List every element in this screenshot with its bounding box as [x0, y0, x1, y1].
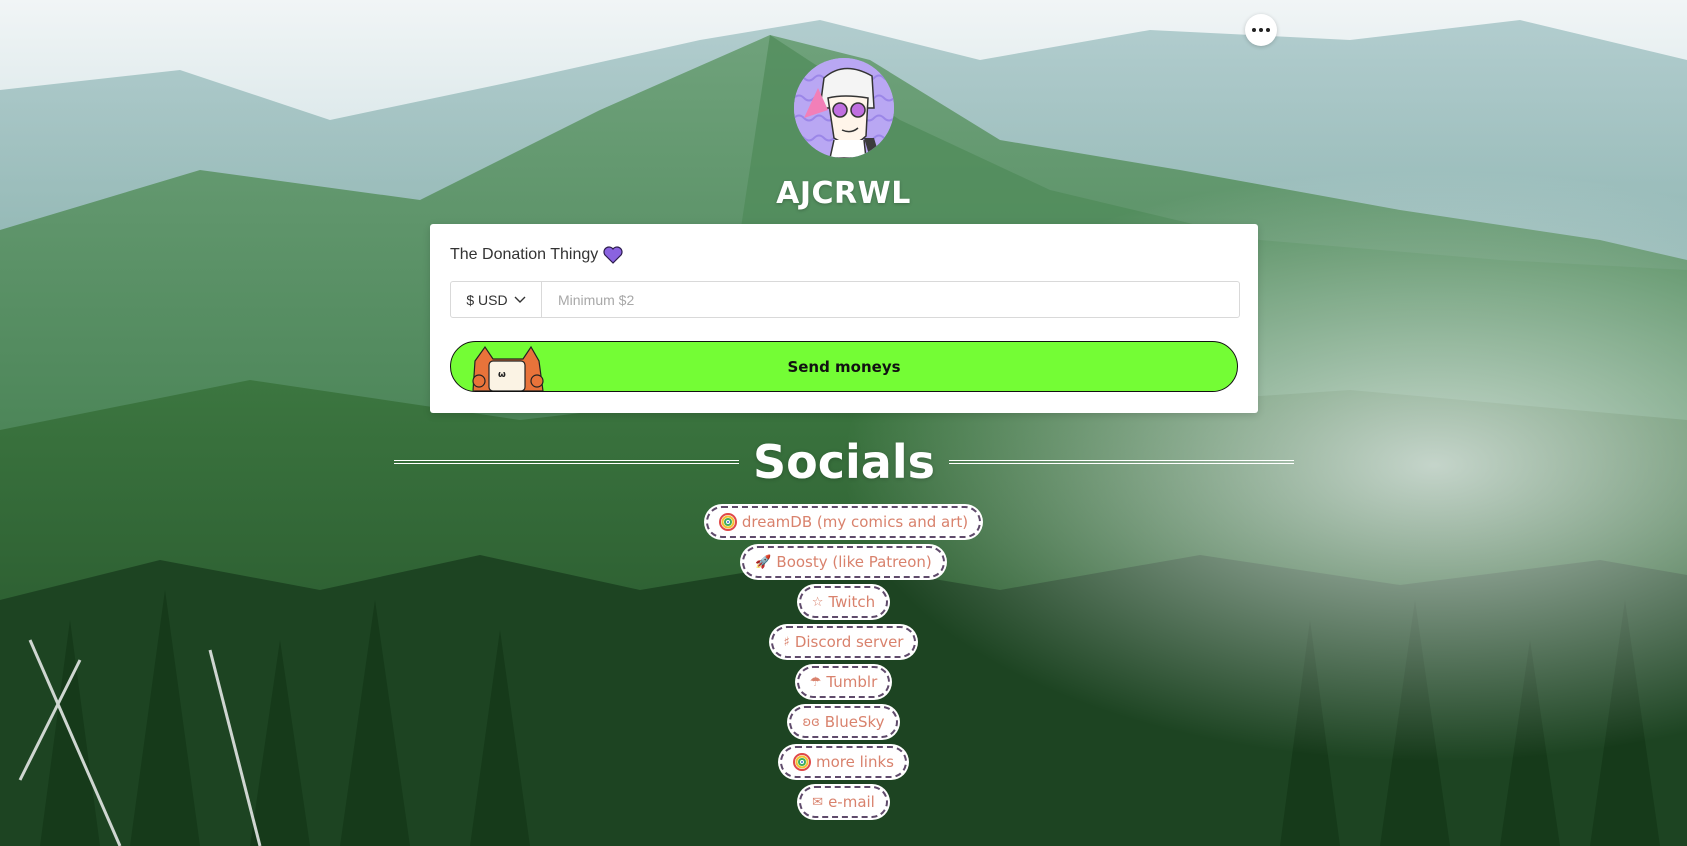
social-link-boosty[interactable]: 🚀 Boosty (like Patreon): [742, 546, 945, 578]
social-link-label: e-mail: [828, 793, 875, 811]
dot-icon: [1252, 28, 1256, 32]
socials-title: Socials: [753, 435, 935, 489]
social-link-email[interactable]: ✉ e-mail: [799, 786, 888, 818]
social-link-discord[interactable]: ♯ Discord server: [770, 626, 917, 658]
donation-title: The Donation Thingy: [450, 246, 599, 263]
social-links: dreamDB (my comics and art) 🚀 Boosty (li…: [0, 506, 1687, 826]
donation-card: The Donation Thingy $ USD ω Send moneys: [430, 224, 1258, 413]
rocket-icon: 🚀: [755, 554, 772, 570]
dreamdb-icon: [718, 513, 737, 531]
dreamdb-icon: [793, 753, 812, 771]
hash-icon: ♯: [783, 634, 790, 650]
social-link-tumblr[interactable]: ☂ Tumblr: [796, 666, 891, 698]
profile-name: AJCRWL: [776, 176, 911, 211]
divider: [948, 460, 1294, 464]
social-link-label: Discord server: [794, 633, 904, 651]
social-link-twitch[interactable]: ☆ Twitch: [798, 586, 889, 618]
send-label: Send moneys: [787, 357, 901, 376]
dot-icon: [1266, 28, 1270, 32]
social-link-label: BlueSky: [824, 713, 885, 731]
social-link-dreamdb[interactable]: dreamDB (my comics and art): [705, 506, 982, 538]
donation-title-row: The Donation Thingy: [450, 246, 623, 264]
socials-header: Socials: [394, 432, 1294, 492]
social-link-bluesky[interactable]: ʚɞ BlueSky: [789, 706, 898, 738]
social-link-label: dreamDB (my comics and art): [741, 513, 969, 531]
avatar: [794, 58, 894, 158]
social-link-label: more links: [816, 753, 894, 771]
social-link-label: Boosty (like Patreon): [776, 553, 932, 571]
amount-input[interactable]: [542, 282, 1239, 317]
envelope-icon: ✉: [812, 794, 824, 810]
chevron-down-icon: [514, 296, 526, 303]
dot-icon: [1259, 28, 1263, 32]
star-icon: ☆: [811, 594, 824, 610]
social-link-more[interactable]: more links: [780, 746, 907, 778]
umbrella-icon: ☂: [809, 674, 822, 690]
social-link-label: Tumblr: [826, 673, 878, 691]
currency-label: $ USD: [466, 291, 508, 308]
social-link-label: Twitch: [828, 593, 876, 611]
send-moneys-button[interactable]: ω Send moneys: [450, 341, 1238, 392]
butterfly-icon: ʚɞ: [802, 714, 820, 730]
more-options-button[interactable]: [1245, 14, 1277, 46]
amount-row: $ USD: [450, 281, 1240, 318]
svg-text:ω: ω: [498, 370, 506, 380]
divider: [394, 460, 740, 464]
heart-icon: [603, 246, 623, 264]
mascot-icon: ω: [472, 345, 544, 391]
currency-select[interactable]: $ USD: [451, 282, 542, 317]
